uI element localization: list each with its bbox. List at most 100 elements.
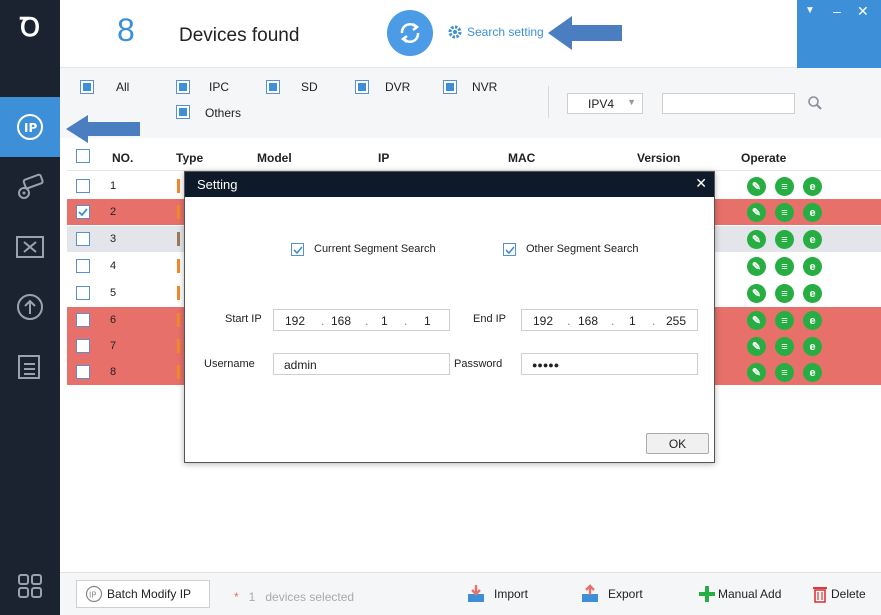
row-checkbox[interactable] (76, 205, 90, 219)
type-marker (177, 179, 180, 193)
sidebar-item-tools[interactable] (0, 217, 60, 277)
sidebar-item-camera-config[interactable] (0, 157, 60, 217)
close-window-button[interactable]: ✕ (857, 4, 869, 18)
document-icon (18, 355, 40, 379)
svg-text:IP: IP (24, 121, 37, 135)
ok-button[interactable]: OK (646, 433, 709, 454)
selected-label: devices selected (265, 590, 355, 604)
export-button[interactable]: Export (580, 584, 643, 604)
filter-ipc-checkbox[interactable] (176, 80, 190, 94)
edit-icon[interactable]: ✎ (747, 311, 766, 330)
batch-modify-ip-button[interactable]: IP Batch Modify IP (76, 580, 210, 608)
type-marker (177, 339, 180, 353)
details-icon[interactable]: ≡ (775, 284, 794, 303)
sidebar-item-docs[interactable] (0, 337, 60, 397)
password-field[interactable]: ●●●●● (521, 353, 698, 375)
divider (548, 86, 549, 118)
filter-ipc-label: IPC (209, 80, 230, 94)
browser-icon[interactable]: e (803, 230, 822, 249)
filter-others-checkbox[interactable] (176, 105, 190, 119)
type-marker (177, 365, 180, 379)
selected-count: 1 (248, 590, 256, 604)
other-segment-checkbox[interactable] (503, 243, 516, 256)
sidebar: Ꝺ IP (0, 0, 60, 615)
row-checkbox[interactable] (76, 365, 90, 379)
username-field[interactable]: admin (273, 353, 450, 375)
select-all-checkbox[interactable] (76, 149, 90, 163)
pin-button[interactable]: ▼ (805, 4, 815, 18)
close-icon[interactable]: ✕ (695, 175, 707, 192)
current-segment-label: Current Segment Search (314, 243, 436, 255)
svg-text:IP: IP (89, 591, 96, 600)
sidebar-item-upgrade[interactable] (0, 277, 60, 337)
ip-icon: IP (85, 585, 103, 603)
trash-icon (813, 587, 827, 603)
minimize-button[interactable]: – (833, 4, 841, 18)
details-icon[interactable]: ≡ (775, 337, 794, 356)
check-icon (293, 246, 303, 255)
search-icon[interactable] (807, 95, 823, 111)
edit-icon[interactable]: ✎ (747, 257, 766, 276)
export-icon (582, 584, 598, 602)
edit-icon[interactable]: ✎ (747, 284, 766, 303)
details-icon[interactable]: ≡ (775, 177, 794, 196)
upgrade-icon (17, 294, 43, 320)
ip-version-select[interactable]: IPV4 ▼ (567, 93, 643, 114)
export-label: Export (608, 587, 643, 601)
browser-icon[interactable]: e (803, 257, 822, 276)
delete-button[interactable]: Delete (812, 585, 866, 603)
browser-icon[interactable]: e (803, 311, 822, 330)
apps-icon (18, 574, 42, 598)
header: 8 Devices found Search setting ▼ – ✕ (60, 0, 881, 68)
current-segment-checkbox[interactable] (291, 243, 304, 256)
browser-icon[interactable]: e (803, 337, 822, 356)
browser-icon[interactable]: e (803, 363, 822, 382)
end-ip-field[interactable]: 192 . 168 . 1 . 255 (521, 309, 698, 331)
details-icon[interactable]: ≡ (775, 257, 794, 276)
row-checkbox[interactable] (76, 179, 90, 193)
row-checkbox[interactable] (76, 313, 90, 327)
sidebar-item-ip-search[interactable]: IP (0, 97, 60, 157)
password-label: Password (454, 358, 503, 370)
chevron-down-icon: ▼ (627, 97, 636, 107)
search-setting-link[interactable]: Search setting (447, 24, 544, 40)
col-operate: Operate (741, 151, 787, 165)
row-checkbox[interactable] (76, 259, 90, 273)
details-icon[interactable]: ≡ (775, 203, 794, 222)
annotation-arrow-icon (66, 115, 140, 143)
edit-icon[interactable]: ✎ (747, 177, 766, 196)
import-label: Import (494, 587, 529, 601)
type-marker (177, 286, 180, 300)
edit-icon[interactable]: ✎ (747, 203, 766, 222)
delete-label: Delete (831, 587, 866, 601)
row-checkbox[interactable] (76, 339, 90, 353)
filter-sd-checkbox[interactable] (266, 80, 280, 94)
start-ip-field[interactable]: 192 . 168 . 1 . 1 (273, 309, 450, 331)
footer-toolbar: IP Batch Modify IP * 1 devices selected Im… (60, 572, 881, 615)
row-checkbox[interactable] (76, 232, 90, 246)
filter-dvr-checkbox[interactable] (355, 80, 369, 94)
browser-icon[interactable]: e (803, 203, 822, 222)
filter-all-checkbox[interactable] (80, 80, 94, 94)
edit-icon[interactable]: ✎ (747, 230, 766, 249)
manual-add-button[interactable]: Manual Add (698, 585, 781, 603)
search-input[interactable] (662, 93, 795, 114)
details-icon[interactable]: ≡ (775, 363, 794, 382)
refresh-button[interactable] (387, 10, 433, 56)
filter-sd-label: SD (301, 80, 318, 94)
row-checkbox[interactable] (76, 286, 90, 300)
import-button[interactable]: Import (466, 584, 528, 604)
filter-nvr-checkbox[interactable] (443, 80, 457, 94)
edit-icon[interactable]: ✎ (747, 363, 766, 382)
edit-icon[interactable]: ✎ (747, 337, 766, 356)
annotation-arrow-icon (548, 16, 622, 50)
import-icon (468, 585, 484, 602)
browser-icon[interactable]: e (803, 177, 822, 196)
sidebar-item-apps[interactable] (0, 556, 60, 615)
dialog-title: Setting (197, 177, 238, 192)
details-icon[interactable]: ≡ (775, 230, 794, 249)
tools-icon (16, 236, 44, 258)
camera-gear-icon (18, 173, 44, 199)
browser-icon[interactable]: e (803, 284, 822, 303)
details-icon[interactable]: ≡ (775, 311, 794, 330)
